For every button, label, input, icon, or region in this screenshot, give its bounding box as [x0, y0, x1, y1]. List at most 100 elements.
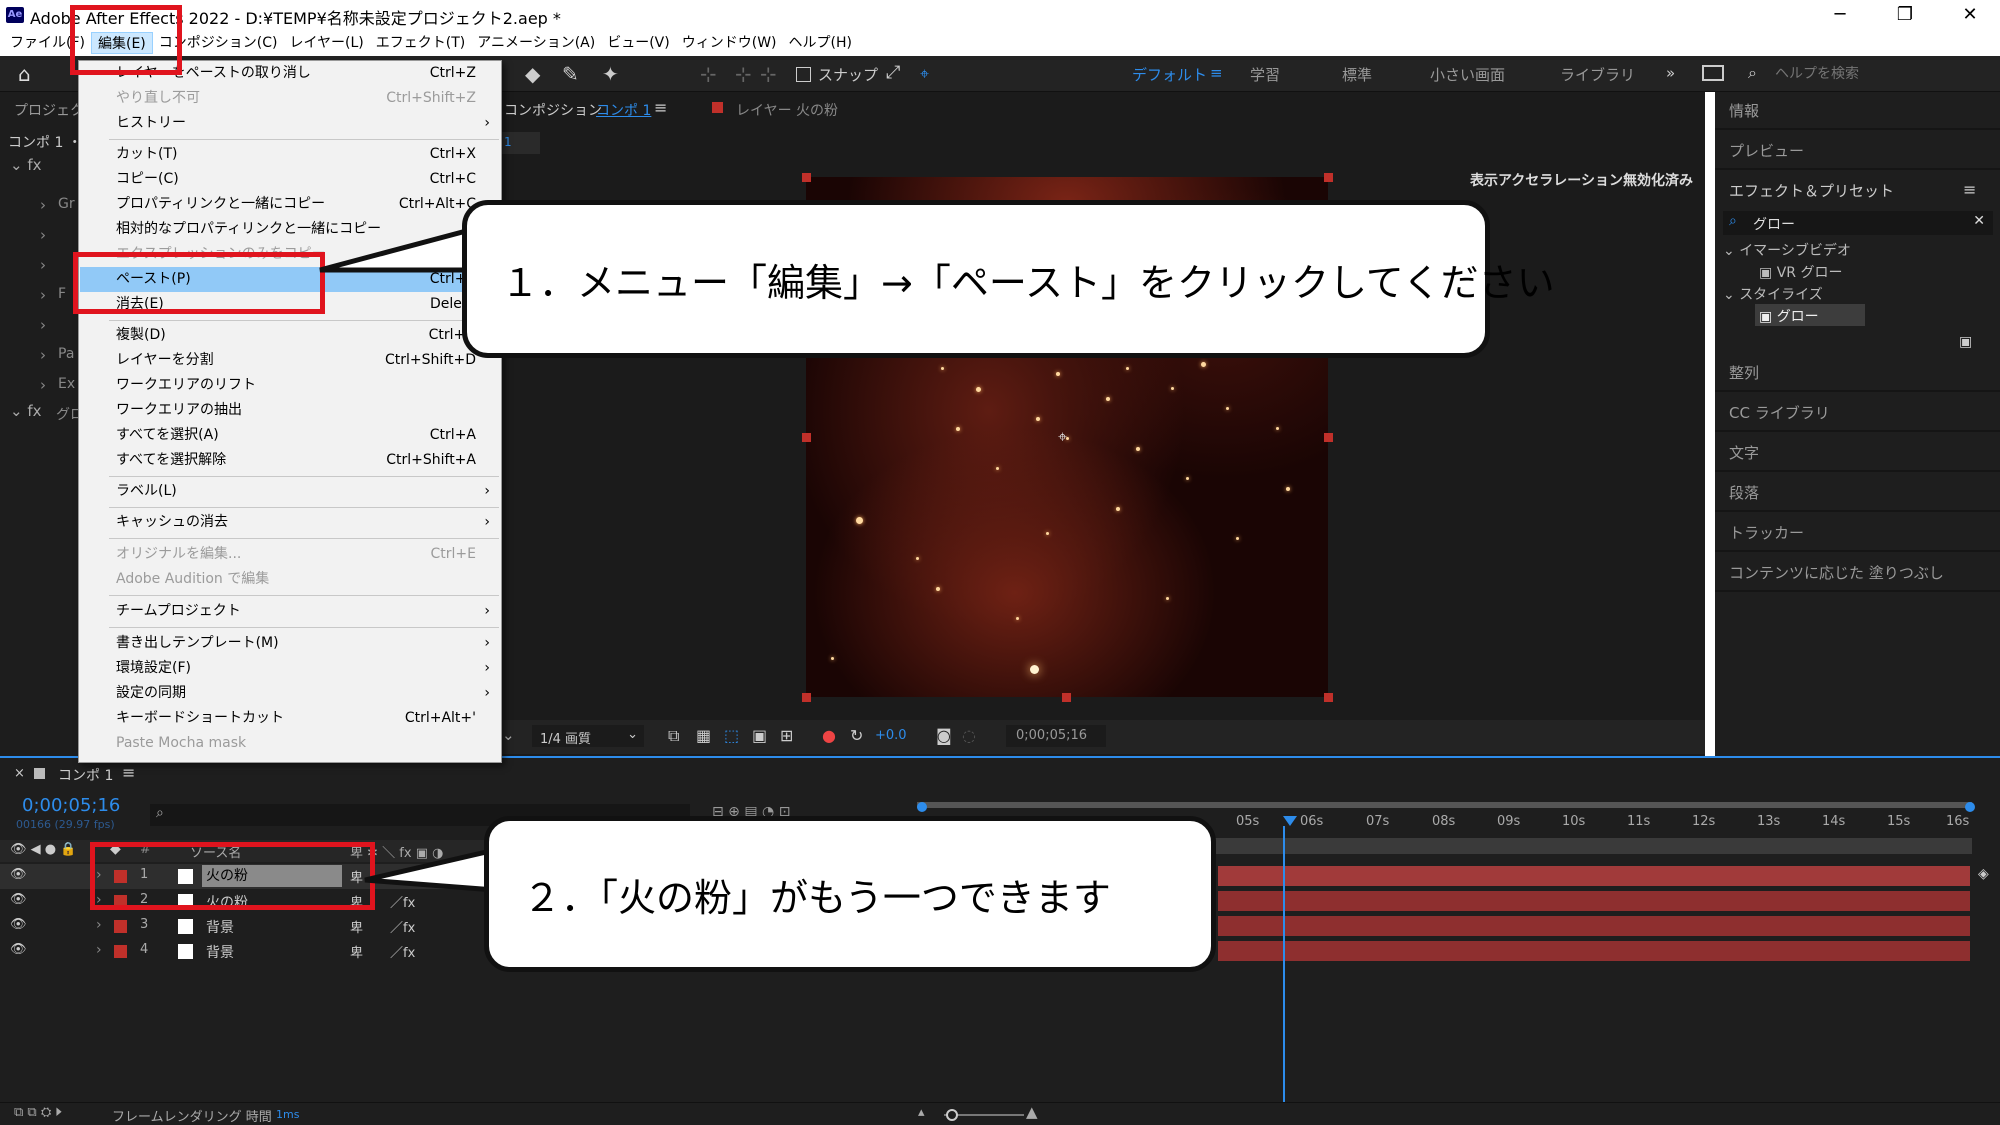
- timeline-timecode[interactable]: 0;00;05;16: [22, 795, 120, 816]
- transform-handle[interactable]: [802, 173, 811, 182]
- workspace-overflow-icon[interactable]: »: [1666, 64, 1675, 82]
- menu-split-layer[interactable]: レイヤーを分割 Ctrl+Shift+D: [80, 348, 500, 373]
- playhead-line[interactable]: [1283, 826, 1285, 1104]
- menu-preferences[interactable]: 環境設定(F) ›: [80, 656, 500, 681]
- zoom-dropdown-chevron-icon[interactable]: ⌄: [502, 726, 515, 744]
- panel-menu-icon[interactable]: ≡: [1963, 180, 1976, 199]
- menu-team-project[interactable]: チームプロジェクト ›: [80, 599, 500, 624]
- menu-purge[interactable]: キャッシュの消去 ›: [80, 510, 500, 535]
- menu-edit-in-audition[interactable]: Adobe Audition で編集: [80, 567, 500, 592]
- visibility-eye-icon[interactable]: 👁: [10, 917, 27, 932]
- puppet-pin-icon[interactable]: ✦: [602, 62, 619, 86]
- menu-cut[interactable]: カット(T) Ctrl+X: [80, 142, 500, 167]
- info-panel-tab[interactable]: 情報: [1715, 92, 2000, 130]
- expand-icon[interactable]: ›: [40, 346, 46, 364]
- snap-target-icon[interactable]: ⌖: [920, 64, 929, 84]
- effects-presets-panel-tab[interactable]: エフェクト＆プリセット: [1715, 172, 2000, 210]
- new-bin-icon[interactable]: ▣: [1959, 334, 1972, 350]
- workspace-small-screen[interactable]: 小さい画面: [1430, 64, 1505, 85]
- composition-tab-name[interactable]: コンポ 1: [596, 100, 651, 120]
- visibility-eye-icon[interactable]: 👁: [10, 867, 27, 882]
- transform-handle[interactable]: [1324, 693, 1333, 702]
- status-toggle-icons[interactable]: ⧉ ⧉ ⛭ ⏵: [14, 1105, 62, 1120]
- channel-icon[interactable]: ●: [822, 726, 836, 745]
- layer-bar-1[interactable]: [1218, 866, 1970, 886]
- viewer-timecode[interactable]: 0;00;05;16: [1006, 725, 1106, 747]
- show-snapshot-icon[interactable]: ◌: [962, 726, 976, 745]
- keyframe-nav-icon[interactable]: ◈: [1978, 866, 1989, 882]
- minimize-button[interactable]: ─: [1820, 3, 1860, 27]
- menu-copy[interactable]: コピー(C) Ctrl+C: [80, 167, 500, 192]
- preview-panel-tab[interactable]: プレビュー: [1715, 132, 2000, 170]
- panel-menu-icon[interactable]: ≡: [654, 98, 667, 117]
- workspace-menu-icon[interactable]: ≡: [1210, 64, 1223, 82]
- expand-icon[interactable]: ›: [40, 256, 46, 274]
- comp-breadcrumb[interactable]: 1: [500, 132, 540, 154]
- shy-switch-icon[interactable]: 卑: [350, 942, 363, 961]
- menu-lift-work-area[interactable]: ワークエリアのリフト: [80, 373, 500, 398]
- composition-tab[interactable]: コンポジション: [504, 100, 602, 120]
- work-area-start-handle[interactable]: [917, 802, 927, 812]
- sync-settings-icon[interactable]: [1702, 65, 1724, 81]
- anchor-point-icon[interactable]: ⌖: [1058, 427, 1067, 447]
- clear-search-icon[interactable]: ✕: [1973, 213, 1985, 229]
- grid-guides-icon[interactable]: ⊞: [780, 726, 793, 745]
- fx-icon[interactable]: ⌄ fx: [10, 402, 42, 420]
- effects-search-box[interactable]: ⌕ グロー ✕: [1723, 211, 1993, 235]
- fast-previews-icon[interactable]: ⧉: [668, 726, 679, 746]
- tracker-panel-tab[interactable]: トラッカー: [1715, 514, 2000, 552]
- menu-deselect-all[interactable]: すべてを選択解除 Ctrl+Shift+A: [80, 448, 500, 473]
- work-area-end-handle[interactable]: [1965, 802, 1975, 812]
- label-color-swatch[interactable]: [114, 920, 127, 933]
- character-panel-tab[interactable]: 文字: [1715, 434, 2000, 472]
- menu-label[interactable]: ラベル(L) ›: [80, 479, 500, 504]
- category-stylize[interactable]: ⌄ スタイライズ: [1723, 284, 1823, 304]
- close-button[interactable]: ✕: [1950, 3, 1990, 27]
- expand-icon[interactable]: ›: [40, 316, 46, 334]
- transform-handle[interactable]: [802, 693, 811, 702]
- visibility-eye-icon[interactable]: 👁: [10, 942, 27, 957]
- label-color-swatch[interactable]: [114, 945, 127, 958]
- snapshot-camera-icon[interactable]: ◙: [936, 726, 952, 745]
- playhead-handle[interactable]: [1283, 816, 1297, 826]
- menu-redo[interactable]: やり直し不可 Ctrl+Shift+Z: [80, 86, 500, 111]
- help-search-input[interactable]: [1775, 61, 1990, 87]
- menu-duplicate[interactable]: 複製(D) Ctrl+D: [80, 323, 500, 348]
- cc-libraries-panel-tab[interactable]: CC ライブラリ: [1715, 394, 2000, 432]
- fx-icon[interactable]: ⌄ fx: [10, 156, 42, 174]
- category-immersive-video[interactable]: ⌄ イマーシブビデオ: [1723, 240, 1851, 260]
- puppet-tool-icon[interactable]: ⊹: [700, 62, 717, 86]
- reset-exposure-icon[interactable]: ↻: [850, 726, 863, 745]
- fx-switch-icon[interactable]: ／fx: [390, 917, 415, 936]
- visibility-eye-icon[interactable]: 👁: [10, 892, 27, 907]
- paragraph-panel-tab[interactable]: 段落: [1715, 474, 2000, 512]
- zoom-out-icon[interactable]: ▴: [918, 1105, 925, 1120]
- snap-checkbox[interactable]: [796, 67, 811, 82]
- content-aware-fill-panel-tab[interactable]: コンテンツに応じた 塗りつぶし: [1715, 554, 2000, 592]
- layer-name[interactable]: 背景: [206, 917, 234, 937]
- restore-button[interactable]: ❐: [1885, 3, 1925, 27]
- layer-bar-2[interactable]: [1218, 891, 1970, 911]
- menu-paste-mocha-mask[interactable]: Paste Mocha mask: [80, 731, 500, 756]
- twirl-expand-icon[interactable]: ›: [96, 917, 102, 933]
- align-panel-tab[interactable]: 整列: [1715, 354, 2000, 392]
- roto-brush-icon[interactable]: ✎: [562, 62, 579, 86]
- effect-vr-glow[interactable]: ▣ VR グロー: [1759, 262, 1842, 282]
- layer-tab[interactable]: レイヤー 火の粉: [736, 100, 838, 120]
- transform-handle[interactable]: [1324, 173, 1333, 182]
- menu-view[interactable]: ビュー(V): [601, 32, 676, 54]
- menu-templates[interactable]: 書き出しテンプレート(M) ›: [80, 631, 500, 656]
- shy-switch-icon[interactable]: 卑: [350, 917, 363, 936]
- home-icon[interactable]: ⌂: [18, 62, 31, 86]
- work-area-bar[interactable]: [917, 802, 1972, 808]
- expand-icon[interactable]: ›: [40, 196, 46, 214]
- workspace-default[interactable]: デフォルト: [1132, 64, 1207, 85]
- menu-history[interactable]: ヒストリー ›: [80, 111, 500, 136]
- expand-icon[interactable]: ›: [40, 376, 46, 394]
- snap-options-icon[interactable]: ⤢: [886, 62, 900, 83]
- menu-sync-settings[interactable]: 設定の同期 ›: [80, 681, 500, 706]
- fx-switch-icon[interactable]: ／fx: [390, 942, 415, 961]
- puppet-starch-icon[interactable]: ⊹: [760, 62, 777, 86]
- twirl-expand-icon[interactable]: ›: [96, 942, 102, 958]
- menu-help[interactable]: ヘルプ(H): [783, 32, 858, 54]
